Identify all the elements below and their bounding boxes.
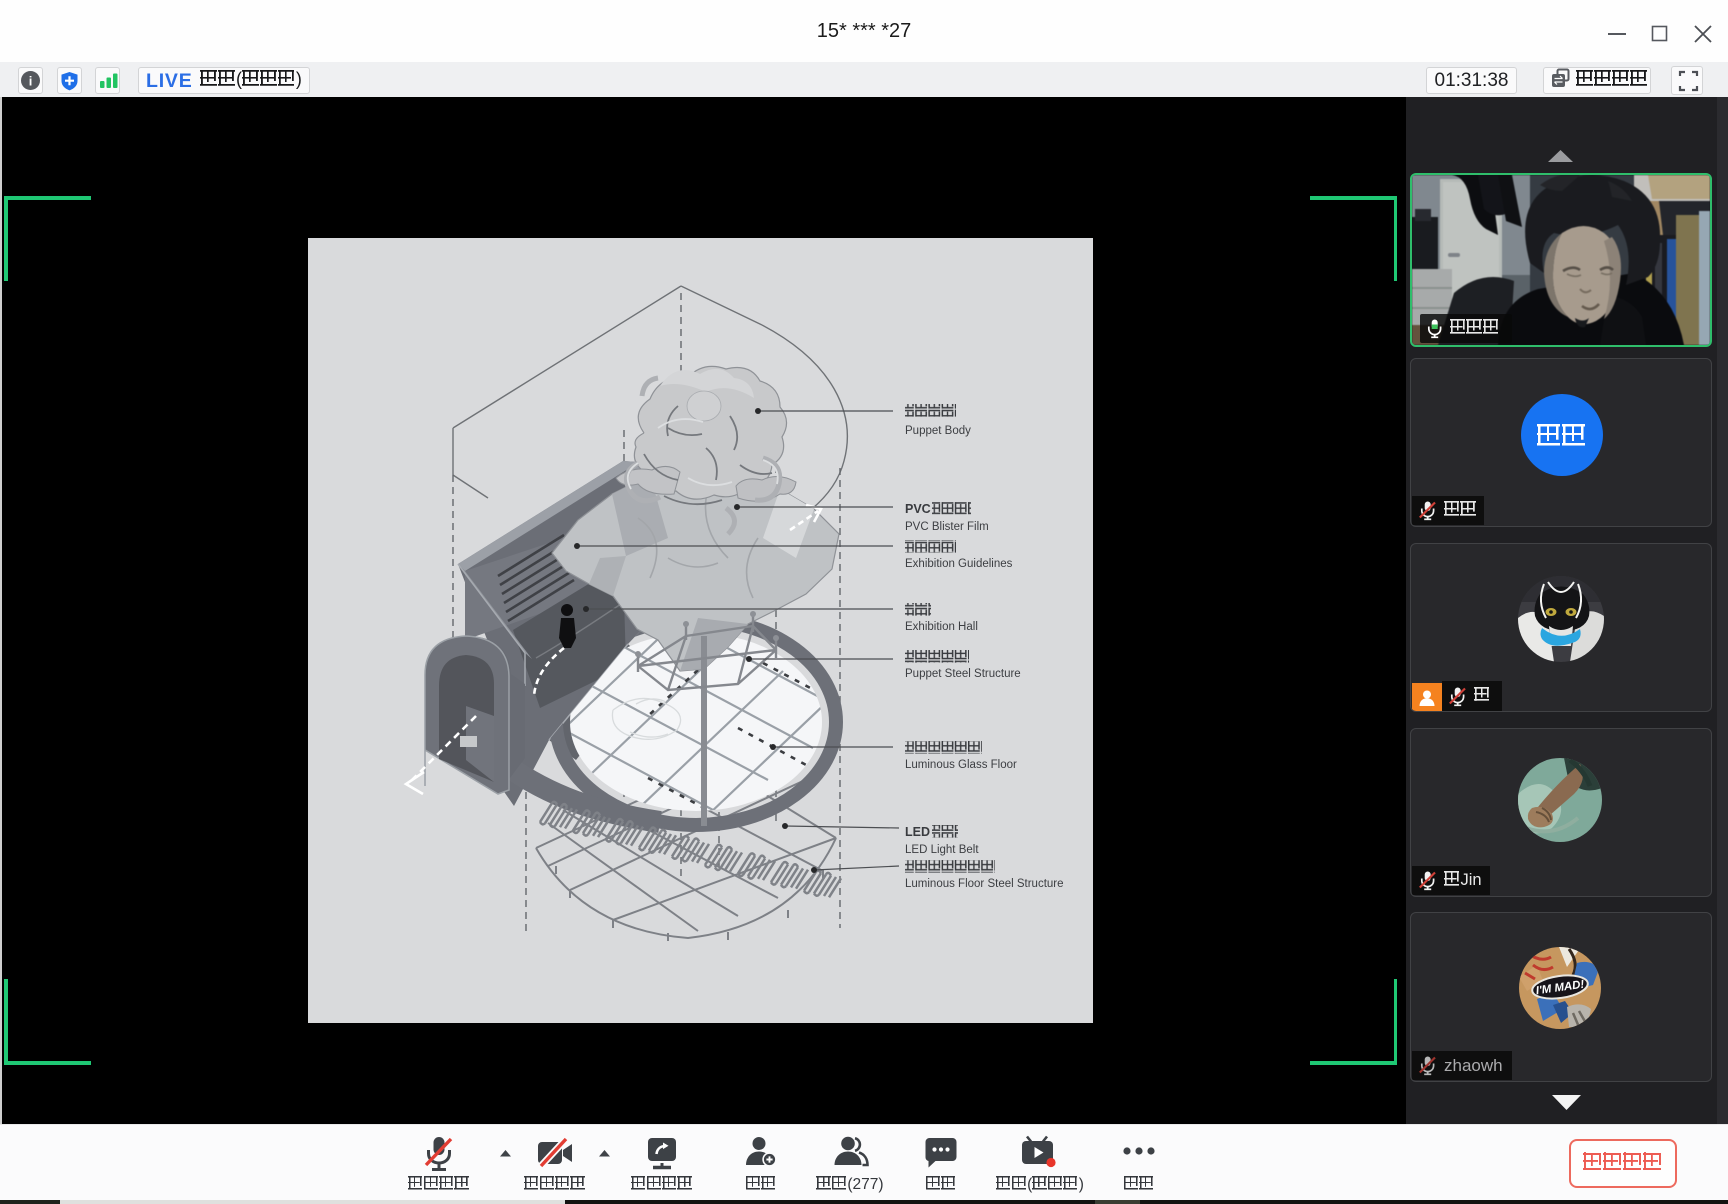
svg-text:Exhibition Guidelines: Exhibition Guidelines	[905, 558, 1013, 570]
svg-text:Luminous Glass Floor: Luminous Glass Floor	[905, 759, 1017, 771]
svg-text:PVC: PVC	[905, 502, 931, 516]
svg-text:LED: LED	[905, 825, 930, 839]
svg-text:Luminous Floor Steel Structure: Luminous Floor Steel Structure	[905, 878, 1064, 890]
svg-text:LED Light Belt: LED Light Belt	[905, 844, 979, 856]
svg-text:Puppet Steel Structure: Puppet Steel Structure	[905, 668, 1021, 680]
svg-text:Puppet Body: Puppet Body	[905, 425, 971, 437]
svg-text:i: i	[29, 74, 33, 89]
svg-text:LIVE: LIVE	[146, 70, 193, 92]
svg-text:PVC Blister Film: PVC Blister Film	[905, 521, 989, 533]
svg-text:Exhibition Hall: Exhibition Hall	[905, 621, 978, 633]
